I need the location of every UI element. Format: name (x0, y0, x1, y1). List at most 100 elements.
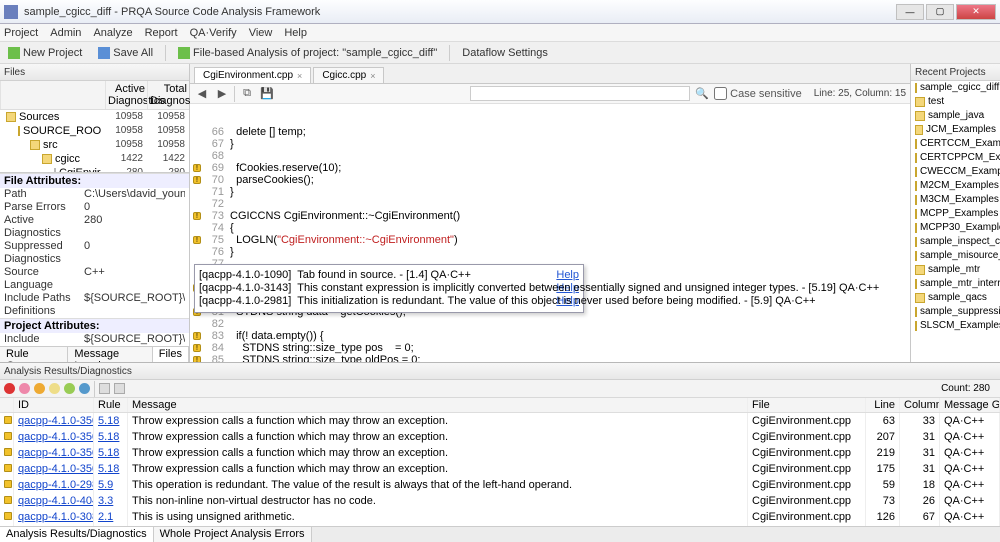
results-grid[interactable]: ID Rule Message File Line Column Message… (0, 398, 1000, 526)
code-line[interactable]: 82 (190, 318, 910, 330)
code-line[interactable]: 67} (190, 138, 910, 150)
menu-report[interactable]: Report (145, 27, 178, 39)
recent-project-item[interactable]: sample_java (911, 109, 1000, 123)
warning-marker-icon[interactable]: ! (193, 236, 201, 244)
recent-project-item[interactable]: sample_misource_test (911, 249, 1000, 263)
recent-project-item[interactable]: M2CM_Examples (911, 179, 1000, 193)
code-line[interactable]: !84 STDNS string::size_type pos = 0; (190, 342, 910, 354)
warning-marker-icon[interactable]: ! (193, 344, 201, 352)
recent-project-item[interactable]: JCM_Examples (911, 123, 1000, 137)
code-line[interactable]: 66 delete [] temp; (190, 126, 910, 138)
editor-search-input[interactable] (470, 86, 690, 101)
result-row[interactable]: qacpp-4.1.0-35025.18Throw expression cal… (0, 413, 1000, 429)
severity-filter-1[interactable] (4, 383, 15, 394)
menu-analyze[interactable]: Analyze (93, 27, 132, 39)
code-line[interactable]: !73CGICCNS CgiEnvironment::~CgiEnvironme… (190, 210, 910, 222)
result-row[interactable]: qacpp-4.1.0-35025.18Throw expression cal… (0, 461, 1000, 477)
result-row[interactable]: qacpp-4.1.0-35025.18Throw expression cal… (0, 445, 1000, 461)
recent-project-item[interactable]: sample_suppression (911, 305, 1000, 319)
files-tree[interactable]: Sources1095810958SOURCE_ROOT1095810958sr… (0, 110, 189, 172)
save-button[interactable]: 💾 (259, 86, 275, 102)
results-tool-2[interactable] (114, 383, 125, 394)
editor-tab[interactable]: CgiEnvironment.cpp × (194, 67, 311, 83)
severity-filter-2[interactable] (19, 383, 30, 394)
case-sensitive-checkbox[interactable]: Case sensitive (714, 87, 802, 100)
code-line[interactable]: 74{ (190, 222, 910, 234)
code-line[interactable]: 76} (190, 246, 910, 258)
recent-project-item[interactable]: CERTCCM_Examples (911, 137, 1000, 151)
save-all-button[interactable]: Save All (94, 46, 157, 60)
file-analysis-button[interactable]: File-based Analysis of project: "sample_… (174, 46, 441, 60)
results-tool-1[interactable] (99, 383, 110, 394)
code-line[interactable]: 68 (190, 150, 910, 162)
severity-filter-5[interactable] (64, 383, 75, 394)
recent-project-item[interactable]: sample_inspect_c (911, 235, 1000, 249)
code-line[interactable]: !85 STDNS string::size_type oldPos = 0; (190, 354, 910, 362)
code-line[interactable]: !83 if(! data.empty()) { (190, 330, 910, 342)
warning-marker-icon[interactable]: ! (193, 164, 201, 172)
recent-project-item[interactable]: test (911, 95, 1000, 109)
new-project-button[interactable]: New Project (4, 46, 86, 60)
recent-project-item[interactable]: SLSCM_Examples (911, 319, 1000, 333)
left-tab[interactable]: Rule Groups (0, 347, 68, 362)
recent-project-item[interactable]: CERTCPPCM_Examples (911, 151, 1000, 165)
code-line[interactable]: 72 (190, 198, 910, 210)
warning-marker-icon[interactable]: ! (193, 176, 201, 184)
help-link[interactable]: Help (556, 282, 579, 295)
tree-item[interactable]: cgicc14221422 (0, 152, 189, 166)
tree-item[interactable]: src1095810958 (0, 138, 189, 152)
warning-marker-icon[interactable]: ! (193, 356, 201, 362)
search-icon[interactable]: 🔍 (694, 86, 710, 102)
close-tab-icon[interactable]: × (297, 71, 302, 81)
menu-help[interactable]: Help (284, 27, 307, 39)
bottom-tab[interactable]: Analysis Results/Diagnostics (0, 527, 154, 542)
warning-marker-icon[interactable]: ! (193, 212, 201, 220)
copy-button[interactable]: ⧉ (239, 86, 255, 102)
folder-icon (915, 83, 917, 93)
recent-project-item[interactable]: MCPP30_Examples (911, 221, 1000, 235)
nav-back-button[interactable]: ◀ (194, 86, 210, 102)
recent-project-item[interactable]: sample_mtr_interrupt (911, 277, 1000, 291)
nav-forward-button[interactable]: ▶ (214, 86, 230, 102)
close-tab-icon[interactable]: × (370, 71, 375, 81)
recent-project-item[interactable]: M3CM_Examples (911, 193, 1000, 207)
code-line[interactable]: !69 fCookies.reserve(10); (190, 162, 910, 174)
code-editor[interactable]: 66 delete [] temp;67}68!69 fCookies.rese… (190, 104, 910, 362)
dataflow-settings-button[interactable]: Dataflow Settings (458, 46, 552, 60)
severity-filter-6[interactable] (79, 383, 90, 394)
recent-project-item[interactable]: sample_cgicc_diff (911, 81, 1000, 95)
menu-qa·verify[interactable]: QA·Verify (190, 27, 237, 39)
minimize-button[interactable]: — (896, 4, 924, 20)
tree-item[interactable]: Sources1095810958 (0, 110, 189, 124)
bottom-tab[interactable]: Whole Project Analysis Errors (154, 527, 312, 542)
recent-project-item[interactable]: CWECCM_Examples (911, 165, 1000, 179)
recent-projects-list[interactable]: sample_cgicc_difftestsample_javaJCM_Exam… (911, 81, 1000, 362)
code-line[interactable]: !75 LOGLN("CgiEnvironment::~CgiEnvironme… (190, 234, 910, 246)
result-row[interactable]: qacpp-4.1.0-29855.9This operation is red… (0, 477, 1000, 493)
code-line[interactable]: !70 parseCookies(); (190, 174, 910, 186)
editor-tab[interactable]: Cgicc.cpp × (313, 67, 384, 83)
menu-view[interactable]: View (249, 27, 273, 39)
code-line[interactable]: 71} (190, 186, 910, 198)
help-link[interactable]: Help (556, 295, 579, 308)
menu-admin[interactable]: Admin (50, 27, 81, 39)
warning-icon (4, 496, 12, 504)
result-row[interactable]: qacpp-4.1.0-35025.18Throw expression cal… (0, 429, 1000, 445)
left-tab[interactable]: Files (153, 347, 189, 362)
recent-project-item[interactable]: sample_mtr (911, 263, 1000, 277)
tree-item[interactable]: SOURCE_ROOT1095810958 (0, 124, 189, 138)
results-grid-header[interactable]: ID Rule Message File Line Column Message… (0, 398, 1000, 413)
result-row[interactable]: qacpp-4.1.0-30842.1This is using unsigne… (0, 509, 1000, 525)
maximize-button[interactable]: ▢ (926, 4, 954, 20)
menu-project[interactable]: Project (4, 27, 38, 39)
left-tab[interactable]: Message Levels (68, 347, 152, 362)
result-row[interactable]: qacpp-4.1.0-40413.3This non-inline non-v… (0, 493, 1000, 509)
close-button[interactable]: ✕ (956, 4, 996, 20)
warning-marker-icon[interactable]: ! (193, 332, 201, 340)
severity-filter-4[interactable] (49, 383, 60, 394)
severity-filter-3[interactable] (34, 383, 45, 394)
recent-project-item[interactable]: MCPP_Examples (911, 207, 1000, 221)
help-link[interactable]: Help (556, 269, 579, 282)
attribute-row: Parse Errors0 (0, 201, 189, 214)
recent-project-item[interactable]: sample_qacs (911, 291, 1000, 305)
